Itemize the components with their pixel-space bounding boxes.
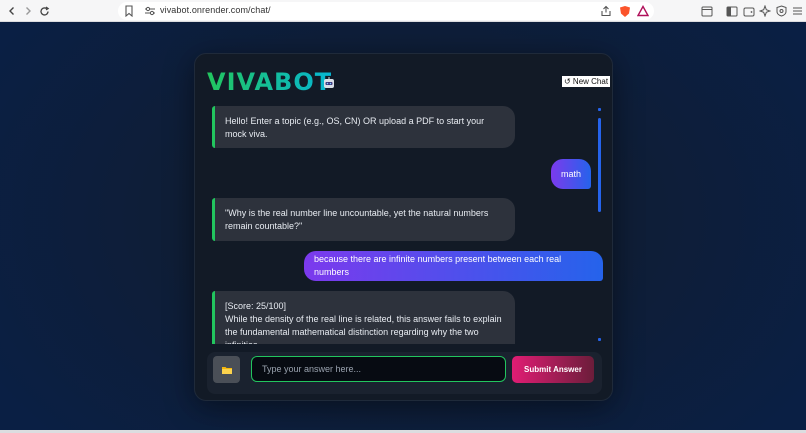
scroll-up-arrow[interactable] (598, 108, 601, 111)
upload-pdf-button[interactable] (213, 356, 240, 383)
bot-message: Hello! Enter a topic (e.g., OS, CN) OR u… (212, 106, 515, 148)
site-settings-icon[interactable] (144, 5, 156, 17)
app-logo: VIVABOT (207, 68, 333, 96)
share-icon[interactable] (599, 4, 613, 18)
user-message: because there are infinite numbers prese… (304, 251, 603, 281)
composer: Submit Answer (207, 352, 602, 394)
answer-input[interactable] (251, 356, 506, 382)
bot-message: "Why is the real number line uncountable… (212, 198, 515, 241)
reload-icon[interactable] (36, 3, 52, 19)
chat-messages[interactable]: Hello! Enter a topic (e.g., OS, CN) OR u… (209, 106, 603, 344)
brave-shield-icon[interactable] (618, 4, 632, 18)
score-line: [Score: 25/100] (225, 301, 287, 311)
feedback-text: While the density of the real line is re… (225, 314, 502, 344)
url-text: vivabot.onrender.com/chat/ (160, 5, 271, 15)
chat-card: VIVABOT ↺ New Chat Hello! Enter a topic … (194, 53, 613, 401)
brave-rewards-icon[interactable] (636, 4, 650, 18)
page-background: VIVABOT ↺ New Chat Hello! Enter a topic … (0, 22, 806, 430)
scroll-down-arrow[interactable] (598, 338, 601, 341)
chat-scrollbar-thumb[interactable] (598, 118, 601, 212)
user-message: math (551, 159, 592, 189)
sidebar-icon[interactable] (725, 4, 739, 18)
leo-ai-icon[interactable] (758, 4, 772, 18)
tab-search-icon[interactable] (700, 4, 714, 18)
bot-message: [Score: 25/100] While the density of the… (212, 291, 515, 344)
forward-icon[interactable] (20, 3, 36, 19)
menu-icon[interactable] (790, 4, 804, 18)
vpn-shield-icon[interactable] (774, 4, 788, 18)
folder-icon (221, 366, 232, 374)
robot-icon (324, 77, 334, 88)
browser-toolbar: vivabot.onrender.com/chat/ (0, 0, 806, 22)
new-chat-button[interactable]: ↺ New Chat (562, 76, 611, 87)
submit-answer-button[interactable]: Submit Answer (512, 356, 594, 383)
bookmark-icon[interactable] (122, 4, 136, 18)
address-bar[interactable]: vivabot.onrender.com/chat/ (118, 2, 654, 20)
wallet-icon[interactable] (742, 4, 756, 18)
back-icon[interactable] (4, 3, 20, 19)
